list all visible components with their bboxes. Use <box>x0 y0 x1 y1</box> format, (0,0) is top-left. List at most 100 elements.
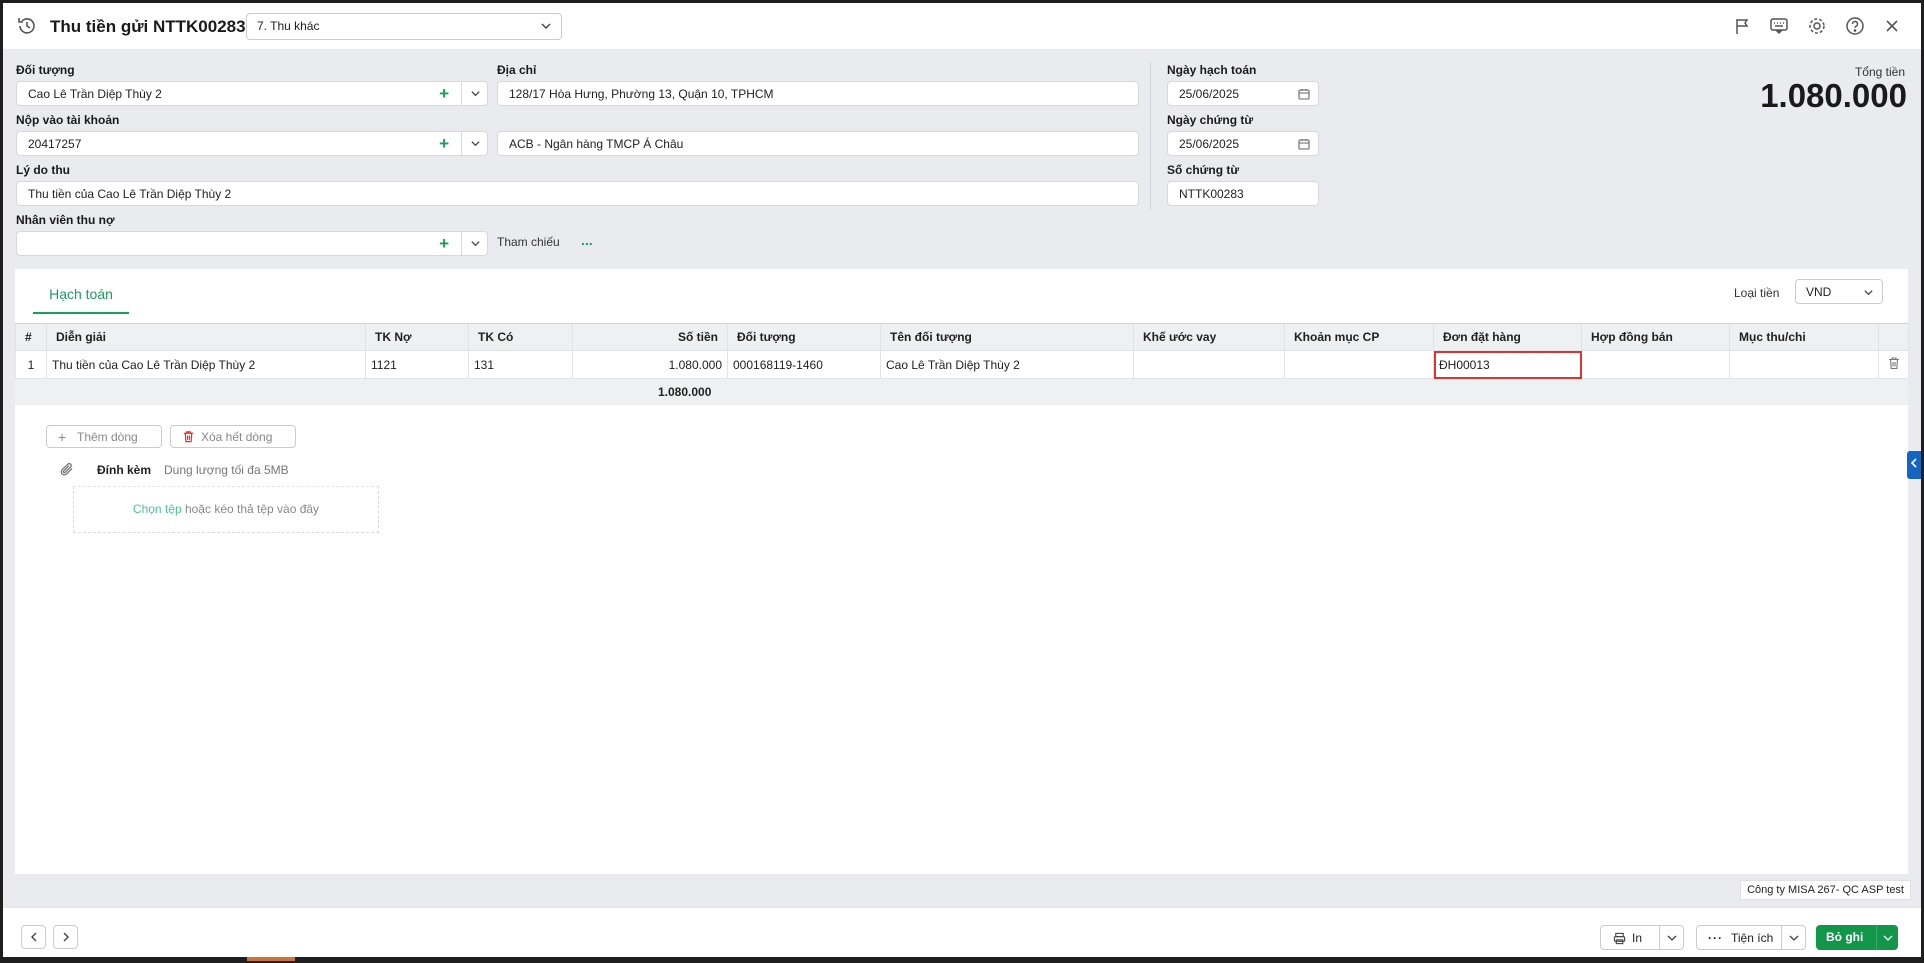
chevron-down-icon <box>541 23 551 29</box>
delete-row-button[interactable] <box>1878 350 1909 379</box>
khe-uoc-vay-cell[interactable] <box>1133 350 1285 379</box>
voucher-type-value: 7. Thu khác <box>257 19 320 33</box>
muc-thu-chi-cell[interactable] <box>1729 350 1879 379</box>
chevron-down-icon <box>1667 935 1677 941</box>
save-dropdown[interactable] <box>1876 925 1898 950</box>
dropdown-button[interactable] <box>461 131 488 156</box>
currency-select[interactable]: VND <box>1795 279 1883 304</box>
trash-icon <box>1888 357 1899 370</box>
table-header-row: # Diễn giải TK Nợ TK Có Số tiền Đối tượn… <box>15 323 1909 351</box>
next-button[interactable] <box>53 925 78 949</box>
choose-file-link[interactable]: Chọn tệp <box>133 502 182 516</box>
doi-tuong-field[interactable]: Cao Lê Trần Diệp Thùy 2 + <box>16 81 488 106</box>
side-panel-toggle[interactable] <box>1907 451 1921 479</box>
don-dat-hang-cell[interactable]: ĐH00013 <box>1433 350 1582 379</box>
trash-icon <box>183 431 194 443</box>
column-header: TK Có <box>468 323 573 351</box>
hop-dong-ban-cell[interactable] <box>1581 350 1730 379</box>
dropdown-button[interactable] <box>461 81 488 106</box>
dia-chi-value: 128/17 Hòa Hưng, Phường 13, Quận 10, TPH… <box>509 87 774 101</box>
printer-icon <box>1613 932 1626 945</box>
ngay-chung-tu-field[interactable]: 25/06/2025 <box>1167 131 1319 156</box>
calendar-icon[interactable] <box>1294 82 1314 105</box>
bank-value: ACB - Ngân hàng TMCP Á Châu <box>509 137 684 151</box>
column-header: # <box>15 323 47 351</box>
tk-no-cell[interactable]: 1121 <box>365 350 469 379</box>
utility-dropdown[interactable] <box>1781 926 1805 949</box>
table-row[interactable]: 1 Thu tiền của Cao Lê Trần Diệp Thùy 2 1… <box>15 350 1909 379</box>
column-header: TK Nợ <box>365 323 469 351</box>
ten-doi-tuong-cell[interactable]: Cao Lê Trần Diệp Thùy 2 <box>880 350 1134 379</box>
add-icon[interactable]: + <box>439 84 449 104</box>
doi-tuong-cell[interactable]: 000168119-1460 <box>727 350 881 379</box>
calendar-icon[interactable] <box>1294 132 1314 155</box>
print-dropdown[interactable] <box>1659 926 1683 949</box>
nop-vao-value: 20417257 <box>28 137 82 151</box>
dien-giai-cell[interactable]: Thu tiền của Cao Lê Trần Diệp Thùy 2 <box>46 350 366 379</box>
drop-text: hoặc kéo thả tệp vào đây <box>181 502 320 516</box>
column-header: Diễn giải <box>46 323 366 351</box>
column-header: Khoản mục CP <box>1284 323 1434 351</box>
column-header: Tên đối tượng <box>880 323 1134 351</box>
history-icon[interactable] <box>16 15 38 37</box>
currency-label: Loại tiền <box>1734 286 1780 300</box>
file-drop-zone[interactable]: Chọn tệp hoặc kéo thả tệp vào đây <box>73 486 379 533</box>
sum-row: 1.080.000 <box>15 379 1908 405</box>
previous-button[interactable] <box>21 925 46 949</box>
nop-vao-label: Nộp vào tài khoản <box>16 113 120 127</box>
tk-co-cell[interactable]: 131 <box>468 350 573 379</box>
save-button[interactable]: Bỏ ghi <box>1816 925 1898 950</box>
chevron-down-icon <box>471 91 480 97</box>
bank-field[interactable]: ACB - Ngân hàng TMCP Á Châu <box>497 131 1139 156</box>
ngay-chung-tu-label: Ngày chứng từ <box>1167 113 1254 127</box>
ly-do-value: Thu tiền của Cao Lê Trần Diệp Thùy 2 <box>28 187 232 201</box>
attach-hint: Dung lượng tối đa 5MB <box>164 463 289 477</box>
nop-vao-field[interactable]: 20417257 + <box>16 131 488 156</box>
attach-label: Đính kèm <box>97 463 152 477</box>
column-header: Mục thu/chi <box>1729 323 1879 351</box>
tab-hach-toan[interactable]: Hạch toán <box>33 286 129 314</box>
keyboard-icon[interactable] <box>1769 16 1789 36</box>
chevron-down-icon <box>471 141 480 147</box>
dia-chi-label: Địa chỉ <box>497 63 537 77</box>
flag-icon[interactable] <box>1732 16 1752 36</box>
chevron-down-icon <box>1789 935 1799 941</box>
print-button[interactable]: In <box>1600 925 1684 950</box>
column-header: Đơn đặt hàng <box>1433 323 1582 351</box>
delete-all-rows-button[interactable]: Xóa hết dòng <box>170 425 296 448</box>
ly-do-label: Lý do thu <box>16 163 70 177</box>
company-name: Công ty MISA 267- QC ASP test <box>1740 880 1911 900</box>
utility-label: Tiện ích <box>1731 931 1774 945</box>
tham-chieu-label: Tham chiếu <box>497 235 560 249</box>
ly-do-field[interactable]: Thu tiền của Cao Lê Trần Diệp Thùy 2 <box>16 181 1139 206</box>
doi-tuong-label: Đối tượng <box>16 63 75 77</box>
add-icon[interactable]: + <box>439 134 449 154</box>
print-label: In <box>1632 931 1643 945</box>
voucher-type-select[interactable]: 7. Thu khác <box>246 13 562 40</box>
column-header: Đối tượng <box>727 323 881 351</box>
ngay-hach-toan-field[interactable]: 25/06/2025 <box>1167 81 1319 106</box>
column-header <box>1878 323 1909 351</box>
total-amount: 1.080.000 <box>1760 77 1907 114</box>
delete-all-label: Xóa hết dòng <box>201 430 273 444</box>
khoan-muc-cp-cell[interactable] <box>1284 350 1434 379</box>
utility-button[interactable]: ··· Tiện ích <box>1696 925 1806 950</box>
so-chung-tu-field[interactable]: NTTK00283 <box>1167 181 1319 206</box>
help-icon[interactable] <box>1845 16 1865 36</box>
tham-chieu-more-button[interactable]: ... <box>581 232 593 248</box>
dropdown-button[interactable] <box>461 231 488 256</box>
dia-chi-field[interactable]: 128/17 Hòa Hưng, Phường 13, Quận 10, TPH… <box>497 81 1139 106</box>
add-icon[interactable]: + <box>439 234 449 254</box>
nhan-vien-field[interactable]: + <box>16 231 488 256</box>
column-header: Khế ước vay <box>1133 323 1285 351</box>
paperclip-icon <box>60 462 73 476</box>
settings-icon[interactable] <box>1807 16 1827 36</box>
add-row-label: Thêm dòng <box>77 430 138 444</box>
ngay-chung-tu-value: 25/06/2025 <box>1179 137 1240 151</box>
header-bar: Thu tiền gửi NTTK00283 7. Thu khác <box>3 3 1921 49</box>
so-tien-cell[interactable]: 1.080.000 <box>572 350 728 379</box>
close-icon[interactable] <box>1882 16 1902 36</box>
add-row-button[interactable]: + Thêm dòng <box>46 425 162 448</box>
chevron-down-icon <box>1864 290 1873 296</box>
taskbar-indicator <box>247 957 295 961</box>
